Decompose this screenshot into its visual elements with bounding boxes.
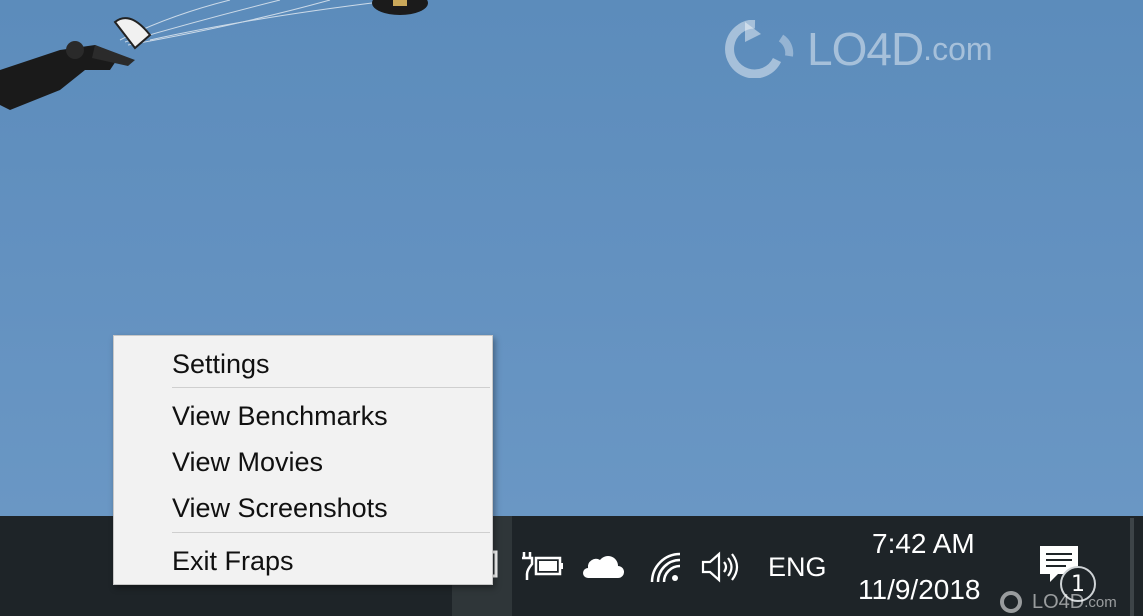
menu-item-view-movies[interactable]: View Movies [114,440,492,484]
onedrive-cloud-icon[interactable] [580,552,624,580]
menu-separator [172,532,490,533]
lo4d-logo-icon [725,20,794,78]
fraps-context-menu: Settings View Benchmarks View Movies Vie… [113,335,493,585]
volume-icon[interactable] [700,550,744,584]
lo4d-watermark: LO4D .com [715,20,993,78]
watermark-bottom-brand: LO4D [1032,590,1085,613]
input-language-indicator[interactable]: ENG [768,552,827,583]
menu-item-exit-fraps[interactable]: Exit Fraps [114,539,492,583]
clock-date[interactable]: 11/9/2018 [858,574,981,606]
lo4d-small-logo-icon [1000,591,1022,613]
menu-item-view-screenshots[interactable]: View Screenshots [114,486,492,530]
menu-item-view-benchmarks[interactable]: View Benchmarks [114,394,492,438]
menu-separator [172,387,490,388]
skydiver-image [0,0,428,110]
power-plug-battery-icon[interactable] [520,550,564,582]
wifi-icon[interactable] [648,550,682,584]
menu-item-settings[interactable]: Settings [114,342,492,386]
watermark-domain: .com [923,30,993,67]
watermark-bottom-domain: .com [1084,593,1117,611]
clock-time[interactable]: 7:42 AM [872,528,975,560]
watermark-brand: LO4D [807,23,924,75]
lo4d-watermark-bottom: LO4D .com [998,588,1143,616]
